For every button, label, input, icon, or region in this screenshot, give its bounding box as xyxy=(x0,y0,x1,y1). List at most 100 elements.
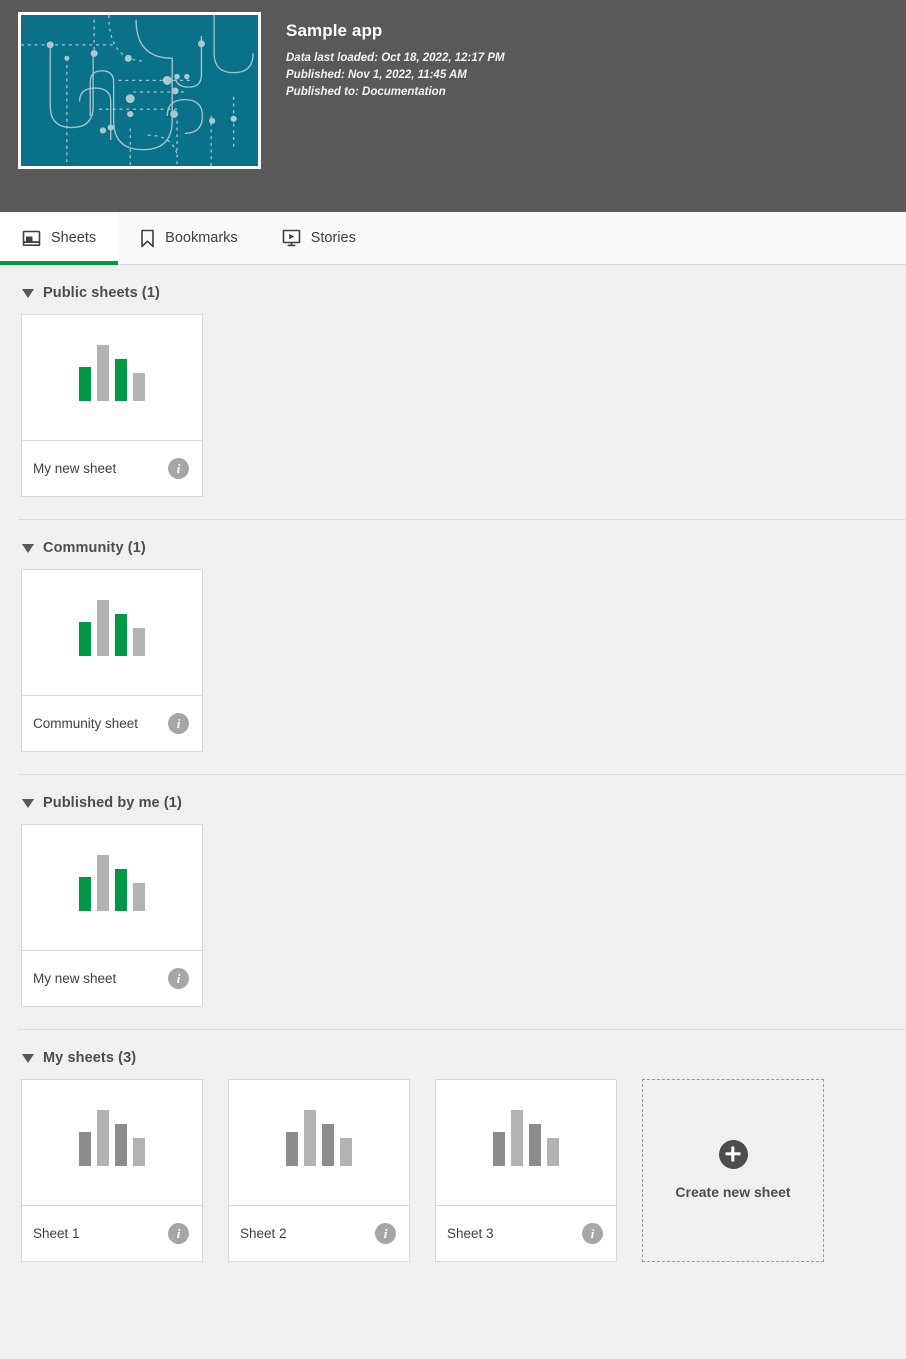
section-title: Published by me (1) xyxy=(43,795,182,811)
sheet-card-list: Sheet 1 i Sheet 2 i Sheet 3 i Create new sheet xyxy=(0,1079,906,1284)
caret-down-icon[interactable] xyxy=(22,798,34,808)
tab-bookmarks-label: Bookmarks xyxy=(165,230,238,246)
data-last-loaded: Data last loaded: Oct 18, 2022, 12:17 PM xyxy=(286,51,505,64)
plus-circle-icon xyxy=(718,1139,748,1169)
section-header-0[interactable]: Public sheets (1) xyxy=(0,265,906,314)
story-icon xyxy=(282,229,301,247)
sheet-card[interactable]: Sheet 1 i xyxy=(21,1079,203,1262)
chart-bar xyxy=(133,883,145,911)
section-header-2[interactable]: Published by me (1) xyxy=(0,775,906,824)
chart-bar xyxy=(304,1110,316,1166)
sheet-card[interactable]: My new sheet i xyxy=(21,824,203,1007)
caret-down-icon[interactable] xyxy=(22,288,34,298)
mini-bar-chart-icon xyxy=(79,855,145,911)
sheet-title: Sheet 2 xyxy=(240,1226,287,1241)
mini-bar-chart-icon xyxy=(286,1110,352,1166)
sheet-card[interactable]: My new sheet i xyxy=(21,314,203,497)
chart-bar xyxy=(133,373,145,401)
sheet-card[interactable]: Community sheet i xyxy=(21,569,203,752)
section-header-3[interactable]: My sheets (3) xyxy=(0,1030,906,1079)
chart-bar xyxy=(529,1124,541,1166)
tab-sheets-label: Sheets xyxy=(51,230,97,246)
chart-bar xyxy=(97,600,109,656)
tab-sheets[interactable]: Sheets xyxy=(0,212,119,265)
chart-bar xyxy=(97,1110,109,1166)
caret-down-icon[interactable] xyxy=(22,1053,34,1063)
section-title: Public sheets (1) xyxy=(43,285,160,301)
app-meta: Sample app Data last loaded: Oct 18, 202… xyxy=(286,12,505,101)
sheet-card-list: Community sheet i xyxy=(0,569,906,774)
chart-bar xyxy=(97,345,109,401)
mini-bar-chart-icon xyxy=(79,345,145,401)
chart-bar xyxy=(115,614,127,656)
sheet-thumbnail[interactable] xyxy=(22,1080,202,1206)
info-icon[interactable]: i xyxy=(168,1223,189,1244)
app-thumbnail-image xyxy=(21,15,258,166)
sheet-thumbnail[interactable] xyxy=(436,1080,616,1206)
chart-bar xyxy=(79,877,91,911)
sheet-card-footer: Sheet 1 i xyxy=(22,1206,202,1261)
app-title: Sample app xyxy=(286,21,383,40)
sheet-card[interactable]: Sheet 2 i xyxy=(228,1079,410,1262)
chart-bar xyxy=(97,855,109,911)
sheet-section: Published by me (1) My new sheet i xyxy=(0,774,906,1029)
sheets-icon xyxy=(22,230,41,247)
sheet-section: My sheets (3) Sheet 1 i Sheet 2 i Sheet 3 i Cre… xyxy=(0,1029,906,1284)
published-date: Published: Nov 1, 2022, 11:45 AM xyxy=(286,68,467,81)
sheet-section: Public sheets (1) My new sheet i xyxy=(0,265,906,519)
mini-bar-chart-icon xyxy=(493,1110,559,1166)
app-header: Sample app Data last loaded: Oct 18, 202… xyxy=(0,0,906,212)
chart-bar xyxy=(547,1138,559,1166)
tab-stories-label: Stories xyxy=(310,230,356,246)
sheet-card-list: My new sheet i xyxy=(0,824,906,1029)
chart-bar xyxy=(79,622,91,656)
caret-down-icon[interactable] xyxy=(22,543,34,553)
section-title: My sheets (3) xyxy=(43,1050,137,1066)
create-new-sheet-button[interactable]: Create new sheet xyxy=(642,1079,824,1262)
tab-bar: Sheets Bookmarks Stories xyxy=(0,212,906,265)
chart-bar xyxy=(79,1132,91,1166)
info-icon[interactable]: i xyxy=(168,458,189,479)
sheet-card-list: My new sheet i xyxy=(0,314,906,519)
create-new-sheet-label: Create new sheet xyxy=(675,1183,791,1200)
tab-bookmarks[interactable]: Bookmarks xyxy=(118,212,260,264)
sheet-title: Community sheet xyxy=(33,716,139,731)
sheet-section: Community (1) Community sheet i xyxy=(0,519,906,774)
sheet-thumbnail[interactable] xyxy=(22,825,202,951)
mini-bar-chart-icon xyxy=(79,600,145,656)
chart-bar xyxy=(79,367,91,401)
info-icon[interactable]: i xyxy=(168,713,189,734)
bookmark-icon xyxy=(140,229,155,248)
sheet-card-footer: Sheet 3 i xyxy=(436,1206,616,1261)
sheet-thumbnail[interactable] xyxy=(229,1080,409,1206)
info-icon[interactable]: i xyxy=(582,1223,603,1244)
chart-bar xyxy=(322,1124,334,1166)
sheet-title: My new sheet xyxy=(33,971,117,986)
sheet-card-footer: Community sheet i xyxy=(22,696,202,751)
sheet-title: My new sheet xyxy=(33,461,117,476)
chart-bar xyxy=(286,1132,298,1166)
published-to: Published to: Documentation xyxy=(286,85,446,98)
chart-bar xyxy=(340,1138,352,1166)
chart-bar xyxy=(133,1138,145,1166)
sheet-card-footer: Sheet 2 i xyxy=(229,1206,409,1261)
sheet-title: Sheet 1 xyxy=(33,1226,80,1241)
info-icon[interactable]: i xyxy=(375,1223,396,1244)
sheet-card-footer: My new sheet i xyxy=(22,951,202,1006)
app-thumbnail[interactable] xyxy=(18,12,261,169)
sheet-thumbnail[interactable] xyxy=(22,315,202,441)
sheet-card[interactable]: Sheet 3 i xyxy=(435,1079,617,1262)
chart-bar xyxy=(115,359,127,401)
section-title: Community (1) xyxy=(43,540,146,556)
sheet-title: Sheet 3 xyxy=(447,1226,494,1241)
chart-bar xyxy=(115,1124,127,1166)
chart-bar xyxy=(511,1110,523,1166)
tab-stories[interactable]: Stories xyxy=(260,212,378,264)
mini-bar-chart-icon xyxy=(79,1110,145,1166)
info-icon[interactable]: i xyxy=(168,968,189,989)
chart-bar xyxy=(133,628,145,656)
sheet-thumbnail[interactable] xyxy=(22,570,202,696)
chart-bar xyxy=(493,1132,505,1166)
section-header-1[interactable]: Community (1) xyxy=(0,520,906,569)
chart-bar xyxy=(115,869,127,911)
